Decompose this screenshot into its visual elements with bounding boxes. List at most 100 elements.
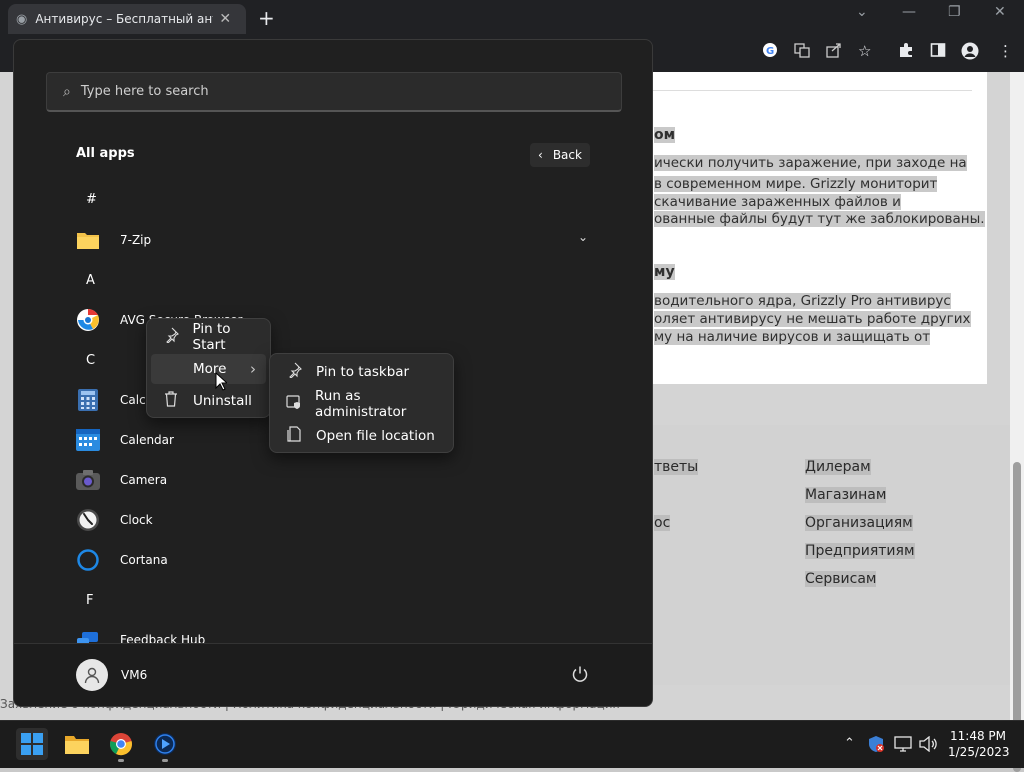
search-input[interactable]: ⌕ Type here to search xyxy=(46,72,622,112)
app-name: Calendar xyxy=(120,433,174,447)
app-name: Clock xyxy=(120,513,153,527)
camera-icon xyxy=(76,468,100,492)
section-letter[interactable]: F xyxy=(86,593,93,608)
globe-icon: ◉ xyxy=(16,11,28,27)
article-heading: му xyxy=(654,264,675,280)
menu-icon[interactable]: ⋮ xyxy=(998,42,1013,60)
back-button[interactable]: ‹ Back xyxy=(530,143,590,167)
section-letter[interactable]: # xyxy=(86,192,97,207)
menu-item-label: Pin to taskbar xyxy=(316,364,410,380)
app-name: Cortana xyxy=(120,553,168,567)
sidepanel-icon[interactable] xyxy=(930,42,946,62)
open-file-location-item[interactable]: Open file location xyxy=(274,421,449,451)
footer-link-enterprises[interactable]: Предприятиям xyxy=(805,543,915,559)
volume-icon[interactable] xyxy=(919,735,937,756)
app-calendar[interactable]: Calendar xyxy=(76,424,174,456)
running-indicator xyxy=(162,759,168,762)
minimize-button[interactable]: — xyxy=(902,4,916,20)
footer-link-organizations[interactable]: Организациям xyxy=(805,515,913,531)
restore-button[interactable]: ❐ xyxy=(948,4,961,20)
star-icon[interactable]: ☆ xyxy=(858,42,871,60)
search-icon: ⌕ xyxy=(63,83,71,100)
more-item[interactable]: More › xyxy=(151,354,266,384)
calendar-icon xyxy=(76,428,100,452)
footer-link-services[interactable]: Сервисам xyxy=(805,571,877,587)
file-explorer-icon[interactable] xyxy=(61,728,93,760)
app-name: 7-Zip xyxy=(120,233,152,247)
tab-close-icon[interactable]: ✕ xyxy=(219,11,231,27)
clock-time: 11:48 PM xyxy=(950,729,1006,743)
app-7zip[interactable]: 7-Zip xyxy=(76,224,151,256)
avatar[interactable] xyxy=(76,659,108,691)
chrome-icon[interactable] xyxy=(105,728,137,760)
article-line: му на наличие вирусов и защищать от xyxy=(654,329,931,345)
footer-link[interactable]: ос xyxy=(654,515,671,531)
menu-item-label: Pin to Start xyxy=(192,321,231,353)
folder-icon xyxy=(76,228,100,252)
translate-icon[interactable] xyxy=(794,42,810,62)
calculator-icon xyxy=(76,388,100,412)
footer-section: тветы ос Дилерам Магазинам Организациям … xyxy=(640,425,1010,685)
power-icon[interactable] xyxy=(571,665,589,688)
article-line: ованные файлы будут тут же заблокированы… xyxy=(654,211,985,227)
browser-tab[interactable]: ◉ Антивирус – Бесплатный антивирус ✕ xyxy=(8,4,246,34)
search-placeholder: Type here to search xyxy=(80,84,209,99)
avg-browser-icon xyxy=(76,308,100,332)
user-name[interactable]: VM6 xyxy=(121,668,147,682)
system-clock[interactable]: 11:48 PM 1/25/2023 xyxy=(948,728,1010,760)
security-shield-icon[interactable] xyxy=(867,735,885,757)
svg-text:G: G xyxy=(766,46,774,57)
chevron-down-icon[interactable]: ⌄ xyxy=(578,230,588,244)
app-context-menu: Pin to Start More › Uninstall xyxy=(146,318,271,418)
pin-to-taskbar-item[interactable]: Pin to taskbar xyxy=(274,357,449,387)
network-icon[interactable] xyxy=(894,736,912,756)
footer-link[interactable]: тветы xyxy=(654,459,699,475)
clock-date: 1/25/2023 xyxy=(948,745,1010,759)
pin-icon xyxy=(161,327,181,347)
menu-item-label: Uninstall xyxy=(193,393,252,409)
section-letter[interactable]: C xyxy=(86,353,95,368)
new-tab-button[interactable]: + xyxy=(258,6,275,30)
footer-link-stores[interactable]: Магазинам xyxy=(805,487,887,503)
media-player-icon[interactable] xyxy=(149,728,181,760)
pin-to-start-item[interactable]: Pin to Start xyxy=(151,321,266,353)
footer-link-dealers[interactable]: Дилерам xyxy=(805,459,871,475)
share-icon[interactable] xyxy=(826,42,842,62)
app-clock[interactable]: Clock xyxy=(76,504,153,536)
admin-shield-icon xyxy=(284,394,303,414)
section-letter[interactable]: A xyxy=(86,273,95,288)
menu-item-label: Run as administrator xyxy=(315,388,407,420)
app-cortana[interactable]: Cortana xyxy=(76,544,168,576)
profile-icon[interactable] xyxy=(961,42,979,64)
clock-icon xyxy=(76,508,100,532)
back-label: Back xyxy=(552,148,582,162)
mouse-cursor-icon xyxy=(215,371,229,395)
tab-search-icon[interactable]: ⌄ xyxy=(856,4,868,20)
tab-title: Антивирус – Бесплатный антивирус xyxy=(35,12,213,26)
start-icon[interactable] xyxy=(16,728,48,760)
more-submenu: Pin to taskbar Run as administrator Open… xyxy=(269,353,454,453)
pin-icon xyxy=(284,362,304,382)
all-apps-heading: All apps xyxy=(76,146,135,161)
page-scrollbar[interactable] xyxy=(1010,72,1024,772)
start-user-bar xyxy=(14,643,652,706)
extensions-icon[interactable] xyxy=(898,42,914,62)
article-line: скачивание зараженных файлов и xyxy=(654,194,901,210)
chevron-right-icon: › xyxy=(250,360,256,378)
menu-item-label: Open file location xyxy=(316,428,435,444)
file-location-icon xyxy=(284,426,304,446)
run-as-admin-item[interactable]: Run as administrator xyxy=(274,388,449,420)
trash-icon xyxy=(161,391,181,411)
google-icon[interactable]: G xyxy=(762,42,778,62)
app-camera[interactable]: Camera xyxy=(76,464,167,496)
uninstall-item[interactable]: Uninstall xyxy=(151,386,266,416)
article-heading: ом xyxy=(654,127,676,143)
article-line: водительного ядра, Grizzly Pro антивирус xyxy=(654,293,951,309)
article-line: в современном мире. Grizzly мониторит xyxy=(654,176,938,192)
article-panel: ом ически получить заражение, при заходе… xyxy=(640,72,987,384)
running-indicator xyxy=(118,759,124,762)
chevron-up-icon[interactable]: ⌃ xyxy=(844,736,855,751)
close-window-button[interactable]: ✕ xyxy=(994,4,1006,20)
cortana-icon xyxy=(76,548,100,572)
app-name: Camera xyxy=(120,473,168,487)
